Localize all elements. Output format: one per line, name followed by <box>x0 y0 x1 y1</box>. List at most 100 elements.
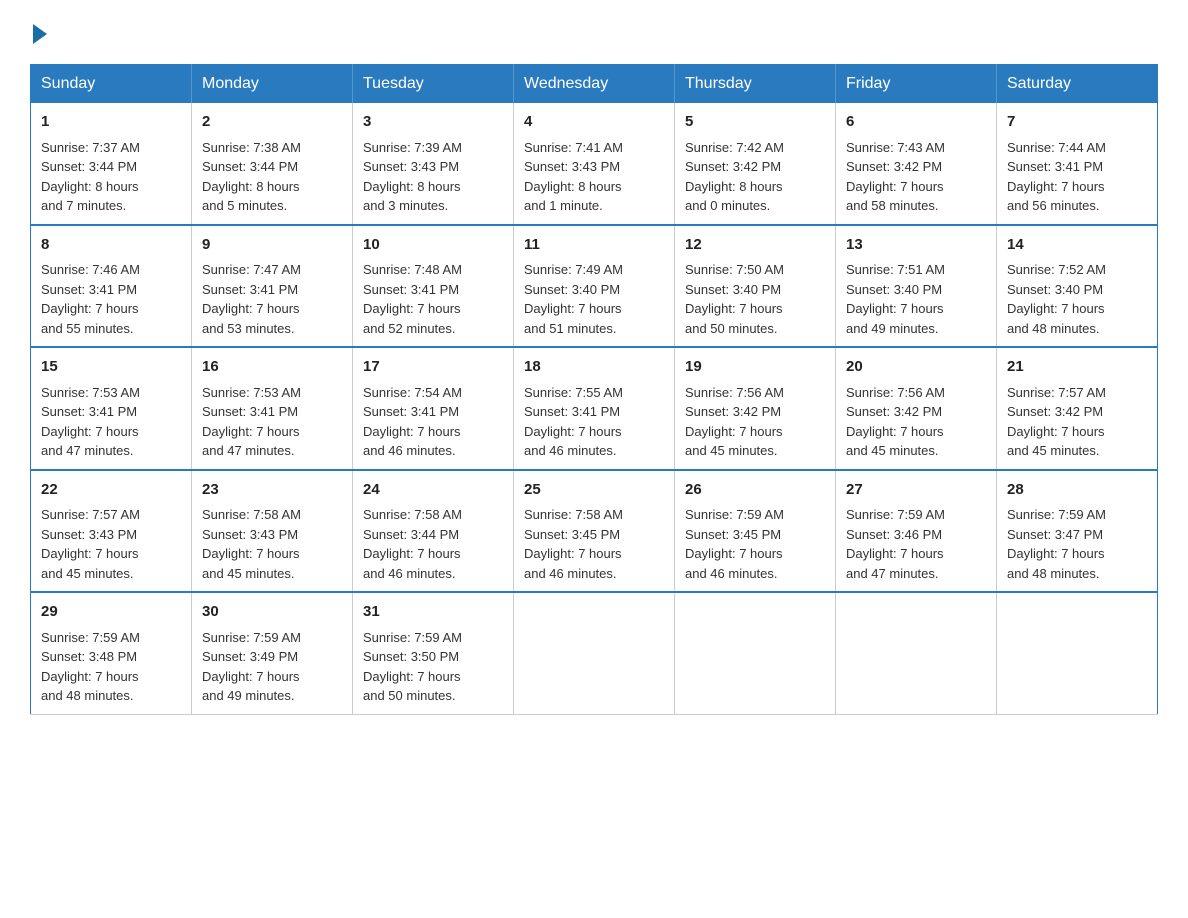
day-info: Sunrise: 7:59 AMSunset: 3:45 PMDaylight:… <box>685 505 825 583</box>
day-number: 29 <box>41 601 181 624</box>
day-info: Sunrise: 7:59 AMSunset: 3:47 PMDaylight:… <box>1007 505 1147 583</box>
day-info: Sunrise: 7:44 AMSunset: 3:41 PMDaylight:… <box>1007 138 1147 216</box>
day-info: Sunrise: 7:58 AMSunset: 3:43 PMDaylight:… <box>202 505 342 583</box>
day-number: 12 <box>685 234 825 257</box>
calendar-cell: 6Sunrise: 7:43 AMSunset: 3:42 PMDaylight… <box>836 103 997 225</box>
calendar-cell: 9Sunrise: 7:47 AMSunset: 3:41 PMDaylight… <box>192 225 353 348</box>
day-number: 9 <box>202 234 342 257</box>
calendar-cell: 15 Sunrise: 7:53 AMSunset: 3:41 PMDayligh… <box>31 347 192 470</box>
calendar-cell: 22Sunrise: 7:57 AMSunset: 3:43 PMDayligh… <box>31 470 192 593</box>
calendar-cell <box>997 592 1158 714</box>
calendar-cell: 18 Sunrise: 7:55 AMSunset: 3:41 PMDayligh… <box>514 347 675 470</box>
header-monday: Monday <box>192 65 353 104</box>
day-info: Sunrise: 7:49 AMSunset: 3:40 PMDaylight:… <box>524 260 664 338</box>
day-number: 17 <box>363 356 503 379</box>
day-info: Sunrise: 7:53 AMSunset: 3:41 PMDaylight:… <box>41 383 181 461</box>
calendar-week-1: 1 Sunrise: 7:37 AMSunset: 3:44 PMDaylight… <box>31 103 1158 225</box>
day-number: 26 <box>685 479 825 502</box>
header-friday: Friday <box>836 65 997 104</box>
calendar-cell: 25Sunrise: 7:58 AMSunset: 3:45 PMDayligh… <box>514 470 675 593</box>
day-info: Sunrise: 7:41 AMSunset: 3:43 PMDaylight:… <box>524 138 664 216</box>
calendar-cell: 26 Sunrise: 7:59 AMSunset: 3:45 PMDayligh… <box>675 470 836 593</box>
day-info: Sunrise: 7:37 AMSunset: 3:44 PMDaylight:… <box>41 138 181 216</box>
day-number: 24 <box>363 479 503 502</box>
header-sunday: Sunday <box>31 65 192 104</box>
calendar-cell <box>675 592 836 714</box>
calendar-cell: 1 Sunrise: 7:37 AMSunset: 3:44 PMDaylight… <box>31 103 192 225</box>
calendar-week-5: 29 Sunrise: 7:59 AMSunset: 3:48 PMDayligh… <box>31 592 1158 714</box>
calendar-cell: 8 Sunrise: 7:46 AMSunset: 3:41 PMDaylight… <box>31 225 192 348</box>
calendar-cell: 12 Sunrise: 7:50 AMSunset: 3:40 PMDayligh… <box>675 225 836 348</box>
calendar-cell: 17 Sunrise: 7:54 AMSunset: 3:41 PMDayligh… <box>353 347 514 470</box>
calendar-cell: 14 Sunrise: 7:52 AMSunset: 3:40 PMDayligh… <box>997 225 1158 348</box>
day-info: Sunrise: 7:48 AMSunset: 3:41 PMDaylight:… <box>363 260 503 338</box>
calendar-cell: 28 Sunrise: 7:59 AMSunset: 3:47 PMDayligh… <box>997 470 1158 593</box>
day-info: Sunrise: 7:50 AMSunset: 3:40 PMDaylight:… <box>685 260 825 338</box>
calendar-week-4: 22Sunrise: 7:57 AMSunset: 3:43 PMDayligh… <box>31 470 1158 593</box>
day-info: Sunrise: 7:57 AMSunset: 3:42 PMDaylight:… <box>1007 383 1147 461</box>
calendar-cell <box>836 592 997 714</box>
calendar-cell: 19Sunrise: 7:56 AMSunset: 3:42 PMDayligh… <box>675 347 836 470</box>
day-number: 27 <box>846 479 986 502</box>
day-info: Sunrise: 7:56 AMSunset: 3:42 PMDaylight:… <box>846 383 986 461</box>
day-number: 15 <box>41 356 181 379</box>
day-number: 5 <box>685 111 825 134</box>
calendar-cell: 4 Sunrise: 7:41 AMSunset: 3:43 PMDaylight… <box>514 103 675 225</box>
calendar-cell: 30 Sunrise: 7:59 AMSunset: 3:49 PMDayligh… <box>192 592 353 714</box>
calendar-cell <box>514 592 675 714</box>
day-info: Sunrise: 7:51 AMSunset: 3:40 PMDaylight:… <box>846 260 986 338</box>
page-header <box>30 20 1158 44</box>
day-info: Sunrise: 7:59 AMSunset: 3:46 PMDaylight:… <box>846 505 986 583</box>
calendar-table: SundayMondayTuesdayWednesdayThursdayFrid… <box>30 64 1158 715</box>
day-info: Sunrise: 7:39 AMSunset: 3:43 PMDaylight:… <box>363 138 503 216</box>
day-info: Sunrise: 7:57 AMSunset: 3:43 PMDaylight:… <box>41 505 181 583</box>
day-number: 10 <box>363 234 503 257</box>
calendar-cell: 23 Sunrise: 7:58 AMSunset: 3:43 PMDayligh… <box>192 470 353 593</box>
day-number: 13 <box>846 234 986 257</box>
header-wednesday: Wednesday <box>514 65 675 104</box>
day-number: 8 <box>41 234 181 257</box>
day-number: 31 <box>363 601 503 624</box>
calendar-cell: 29 Sunrise: 7:59 AMSunset: 3:48 PMDayligh… <box>31 592 192 714</box>
day-info: Sunrise: 7:54 AMSunset: 3:41 PMDaylight:… <box>363 383 503 461</box>
day-number: 7 <box>1007 111 1147 134</box>
day-info: Sunrise: 7:59 AMSunset: 3:49 PMDaylight:… <box>202 628 342 706</box>
header-tuesday: Tuesday <box>353 65 514 104</box>
calendar-cell: 13 Sunrise: 7:51 AMSunset: 3:40 PMDayligh… <box>836 225 997 348</box>
day-info: Sunrise: 7:38 AMSunset: 3:44 PMDaylight:… <box>202 138 342 216</box>
day-number: 20 <box>846 356 986 379</box>
calendar-header-row: SundayMondayTuesdayWednesdayThursdayFrid… <box>31 65 1158 104</box>
day-number: 1 <box>41 111 181 134</box>
day-info: Sunrise: 7:55 AMSunset: 3:41 PMDaylight:… <box>524 383 664 461</box>
day-number: 18 <box>524 356 664 379</box>
day-info: Sunrise: 7:59 AMSunset: 3:48 PMDaylight:… <box>41 628 181 706</box>
calendar-week-3: 15 Sunrise: 7:53 AMSunset: 3:41 PMDayligh… <box>31 347 1158 470</box>
calendar-cell: 16 Sunrise: 7:53 AMSunset: 3:41 PMDayligh… <box>192 347 353 470</box>
day-number: 16 <box>202 356 342 379</box>
calendar-cell: 31 Sunrise: 7:59 AMSunset: 3:50 PMDayligh… <box>353 592 514 714</box>
calendar-cell: 21 Sunrise: 7:57 AMSunset: 3:42 PMDayligh… <box>997 347 1158 470</box>
header-saturday: Saturday <box>997 65 1158 104</box>
day-number: 19 <box>685 356 825 379</box>
logo <box>30 20 47 44</box>
calendar-cell: 24 Sunrise: 7:58 AMSunset: 3:44 PMDayligh… <box>353 470 514 593</box>
day-info: Sunrise: 7:59 AMSunset: 3:50 PMDaylight:… <box>363 628 503 706</box>
day-info: Sunrise: 7:53 AMSunset: 3:41 PMDaylight:… <box>202 383 342 461</box>
logo-arrow-icon <box>33 24 47 44</box>
day-info: Sunrise: 7:43 AMSunset: 3:42 PMDaylight:… <box>846 138 986 216</box>
day-number: 23 <box>202 479 342 502</box>
calendar-week-2: 8 Sunrise: 7:46 AMSunset: 3:41 PMDaylight… <box>31 225 1158 348</box>
calendar-cell: 27 Sunrise: 7:59 AMSunset: 3:46 PMDayligh… <box>836 470 997 593</box>
day-number: 30 <box>202 601 342 624</box>
day-number: 21 <box>1007 356 1147 379</box>
calendar-cell: 2Sunrise: 7:38 AMSunset: 3:44 PMDaylight… <box>192 103 353 225</box>
day-info: Sunrise: 7:46 AMSunset: 3:41 PMDaylight:… <box>41 260 181 338</box>
day-number: 28 <box>1007 479 1147 502</box>
calendar-cell: 3 Sunrise: 7:39 AMSunset: 3:43 PMDaylight… <box>353 103 514 225</box>
day-number: 4 <box>524 111 664 134</box>
day-info: Sunrise: 7:52 AMSunset: 3:40 PMDaylight:… <box>1007 260 1147 338</box>
day-number: 3 <box>363 111 503 134</box>
day-number: 14 <box>1007 234 1147 257</box>
calendar-cell: 7 Sunrise: 7:44 AMSunset: 3:41 PMDaylight… <box>997 103 1158 225</box>
day-info: Sunrise: 7:58 AMSunset: 3:44 PMDaylight:… <box>363 505 503 583</box>
